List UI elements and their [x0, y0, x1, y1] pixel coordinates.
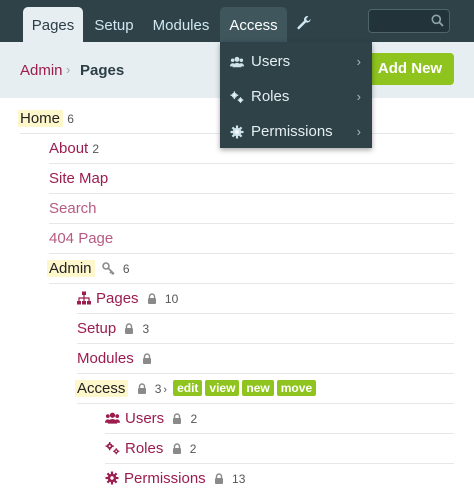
sitemap-icon — [77, 291, 91, 305]
chevron-right-icon: › — [356, 124, 361, 139]
menu-item-permissions[interactable]: Permissions › — [220, 114, 372, 149]
tab-modules[interactable]: Modules — [146, 7, 216, 42]
lock-icon — [172, 443, 182, 454]
tab-access[interactable]: Access — [220, 7, 287, 42]
tree-row-404: 404 Page — [49, 224, 454, 254]
menu-item-label: Roles — [251, 88, 290, 105]
child-count: 3 — [142, 322, 150, 336]
tree-row-search: Search — [49, 194, 454, 224]
tree-row-admin-modules: Modules — [77, 344, 454, 374]
lock-icon — [137, 383, 147, 394]
access-dropdown-menu: Users › Roles › Permissions › — [220, 42, 372, 148]
top-navigation-bar: Pages Setup Modules Access — [0, 0, 474, 42]
new-action-button[interactable]: new — [242, 380, 274, 396]
users-icon — [230, 55, 244, 69]
page-link-permissions[interactable]: Permissions — [124, 470, 206, 487]
lock-icon — [142, 353, 152, 364]
child-count: 13 — [232, 472, 246, 486]
search-input[interactable] — [368, 9, 450, 33]
page-link-roles[interactable]: Roles — [125, 440, 163, 457]
menu-item-users[interactable]: Users › — [220, 44, 372, 79]
child-count: 2 — [92, 142, 100, 156]
page-link-access[interactable]: Access — [75, 380, 129, 397]
menu-item-label: Permissions — [251, 123, 333, 140]
tree-row-site-map: Site Map — [49, 164, 454, 194]
chevron-right-icon: › — [356, 54, 361, 69]
page-link-404[interactable]: 404 Page — [49, 230, 113, 247]
breadcrumb-separator: › — [66, 62, 71, 77]
wrench-icon[interactable] — [296, 15, 312, 31]
child-count: 2 — [190, 412, 198, 426]
key-icon — [101, 262, 115, 275]
page-link-modules[interactable]: Modules — [77, 350, 134, 367]
page-link-admin[interactable]: Admin — [47, 260, 95, 277]
tab-setup[interactable]: Setup — [88, 7, 140, 42]
gear-icon — [230, 125, 244, 139]
add-new-button[interactable]: Add New — [366, 53, 454, 85]
tree-row-access-roles: Roles 2 — [105, 434, 454, 464]
tab-pages[interactable]: Pages — [23, 7, 83, 42]
edit-action-button[interactable]: edit — [173, 380, 203, 396]
chevron-right-icon: › — [163, 384, 168, 396]
tree-row-admin-setup: Setup 3 — [77, 314, 454, 344]
move-action-button[interactable]: move — [276, 380, 317, 396]
child-count: 6 — [67, 112, 74, 126]
chevron-right-icon: › — [356, 89, 361, 104]
lock-icon — [124, 323, 134, 334]
tree-row-admin-access: Access 3 › edit view new move — [75, 374, 454, 404]
menu-item-label: Users — [251, 53, 291, 70]
page-link-pages[interactable]: Pages — [96, 290, 139, 307]
tree-row-admin-pages: Pages 10 — [77, 284, 454, 314]
lock-icon — [214, 473, 224, 484]
page-link-home[interactable]: Home — [18, 110, 64, 127]
page-link-setup[interactable]: Setup — [77, 320, 116, 337]
users-icon — [105, 411, 120, 425]
page-title: Pages — [80, 62, 125, 79]
menu-item-roles[interactable]: Roles › — [220, 79, 372, 114]
page-link-search[interactable]: Search — [49, 200, 97, 217]
gear-icon — [105, 471, 119, 485]
breadcrumb-admin-link[interactable]: Admin — [20, 62, 63, 79]
search-icon — [431, 14, 444, 27]
page-link-users[interactable]: Users — [125, 410, 164, 427]
tree-row-access-users: Users 2 — [105, 404, 454, 434]
roles-icon — [105, 441, 120, 455]
child-count: 2 — [189, 442, 197, 456]
lock-icon — [147, 293, 157, 304]
child-count: 6 — [122, 262, 130, 276]
tree-row-access-permissions: Permissions 13 — [105, 464, 454, 494]
child-count: 10 — [164, 292, 179, 306]
view-action-button[interactable]: view — [205, 380, 240, 396]
page-link-about[interactable]: About — [49, 140, 88, 157]
lock-icon — [172, 413, 182, 424]
roles-icon — [230, 90, 244, 104]
tree-row-admin: Admin 6 — [47, 254, 454, 284]
page-link-site-map[interactable]: Site Map — [49, 170, 108, 187]
child-count: 3 — [154, 382, 162, 396]
